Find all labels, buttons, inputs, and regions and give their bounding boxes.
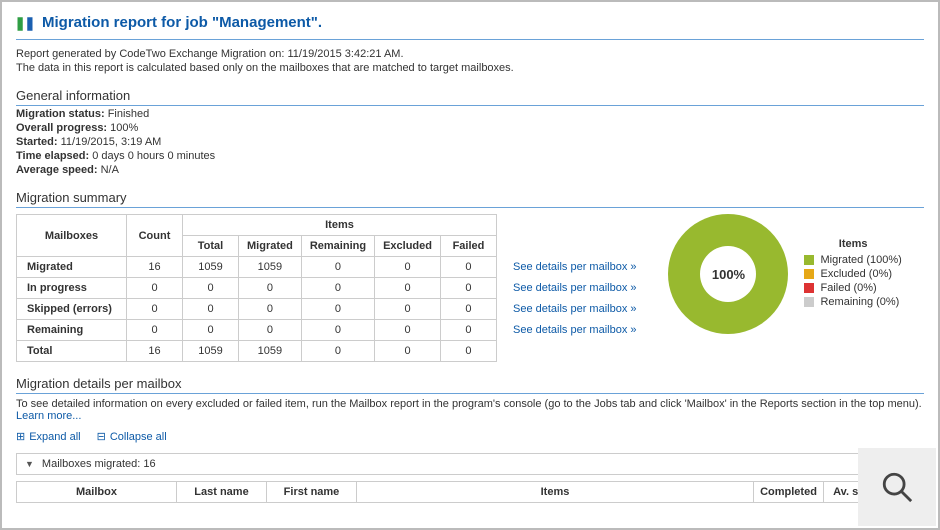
legend-title: Items — [804, 238, 901, 250]
see-details-link[interactable]: See details per mailbox » — [513, 324, 637, 336]
col-last-name: Last name — [177, 482, 267, 503]
col-count: Count — [127, 215, 183, 257]
table-row: Skipped (errors)000000See details per ma… — [17, 299, 647, 320]
speed-row: Average speed: N/A — [16, 164, 924, 176]
see-details-link[interactable]: See details per mailbox » — [513, 282, 637, 294]
started-row: Started: 11/19/2015, 3:19 AM — [16, 136, 924, 148]
section-general-heading: General information — [16, 88, 924, 106]
accordion-mailboxes-migrated[interactable]: ▼ Mailboxes migrated: 16 — [16, 453, 924, 475]
app-logo-icon — [16, 15, 34, 33]
zoom-button[interactable] — [858, 448, 936, 526]
col-excluded: Excluded — [375, 236, 441, 257]
page-title: Migration report for job "Management". — [42, 14, 322, 31]
see-details-link[interactable]: See details per mailbox » — [513, 303, 637, 315]
accordion-label: Mailboxes migrated: 16 — [42, 458, 156, 470]
legend-swatch — [804, 255, 814, 265]
table-row: Migrated1610591059000See details per mai… — [17, 257, 647, 278]
elapsed-row: Time elapsed: 0 days 0 hours 0 minutes — [16, 150, 924, 162]
details-note: To see detailed information on every exc… — [16, 398, 924, 422]
col-migrated: Migrated — [239, 236, 302, 257]
see-details-link[interactable]: See details per mailbox » — [513, 261, 637, 273]
magnifier-icon — [880, 470, 914, 504]
detail-table: Mailbox Last name First name Items Compl… — [16, 481, 924, 503]
legend-item: Migrated (100%) — [804, 254, 901, 266]
col-failed: Failed — [440, 236, 496, 257]
status-row: Migration status: Finished — [16, 108, 924, 120]
collapse-icon: ⊟ — [97, 430, 106, 443]
legend-item: Excluded (0%) — [804, 268, 901, 280]
chevron-down-icon: ▼ — [25, 459, 34, 469]
data-note: The data in this report is calculated ba… — [16, 62, 924, 74]
progress-row: Overall progress: 100% — [16, 122, 924, 134]
table-row: In progress000000See details per mailbox… — [17, 278, 647, 299]
legend-item: Remaining (0%) — [804, 296, 901, 308]
col-completed: Completed — [754, 482, 824, 503]
legend-swatch — [804, 297, 814, 307]
generated-line: Report generated by CodeTwo Exchange Mig… — [16, 48, 924, 60]
legend-swatch — [804, 269, 814, 279]
items-donut-chart: 100% — [668, 214, 788, 334]
col-detail-items: Items — [357, 482, 754, 503]
divider — [16, 39, 924, 40]
legend-item: Failed (0%) — [804, 282, 901, 294]
summary-table: Mailboxes Count Items Total Migrated Rem… — [16, 214, 646, 362]
expand-icon: ⊞ — [16, 430, 25, 443]
items-legend: Items Migrated (100%) Excluded (0%) Failed… — [804, 238, 901, 310]
donut-center-label: 100% — [700, 246, 756, 302]
collapse-all-button[interactable]: ⊟ Collapse all — [97, 430, 167, 443]
expand-all-button[interactable]: ⊞ Expand all — [16, 430, 81, 443]
col-mailbox: Mailbox — [17, 482, 177, 503]
col-first-name: First name — [267, 482, 357, 503]
learn-more-link[interactable]: Learn more... — [16, 410, 81, 422]
section-details-heading: Migration details per mailbox — [16, 376, 924, 394]
legend-swatch — [804, 283, 814, 293]
section-summary-heading: Migration summary — [16, 190, 924, 208]
col-remaining: Remaining — [301, 236, 374, 257]
col-items-group: Items — [183, 215, 497, 236]
table-row: Total1610591059000 — [17, 341, 647, 362]
col-total: Total — [183, 236, 239, 257]
table-row: Remaining000000See details per mailbox » — [17, 320, 647, 341]
col-mailboxes: Mailboxes — [17, 215, 127, 257]
